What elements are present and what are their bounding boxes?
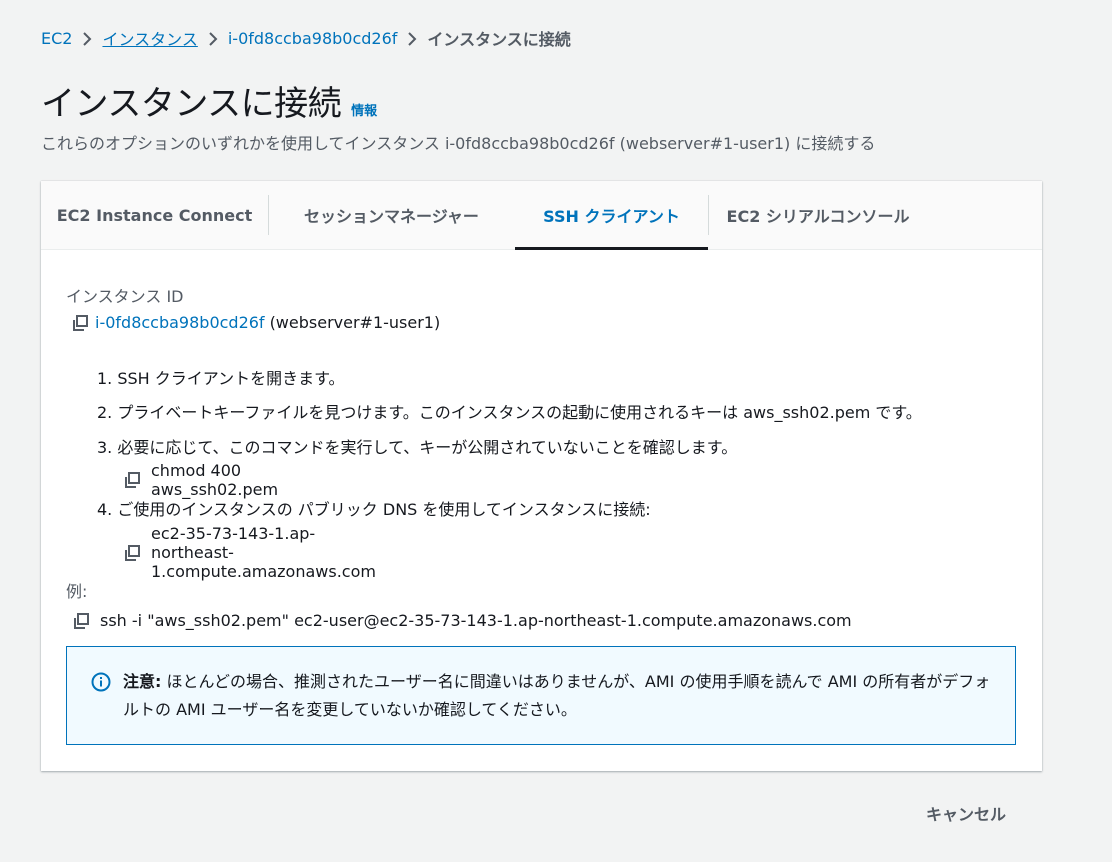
breadcrumb-instances-link[interactable]: インスタンス bbox=[102, 26, 197, 50]
public-dns-row: ec2-35-73-143-1.ap-northeast-1.compute.a… bbox=[123, 524, 376, 581]
copy-icon[interactable] bbox=[123, 544, 141, 562]
example-label: 例: bbox=[66, 582, 88, 601]
connect-panel: EC2 Instance Connect セッションマネージャー SSH クライ… bbox=[41, 181, 1042, 771]
tab-ec2-instance-connect[interactable]: EC2 Instance Connect bbox=[41, 181, 268, 249]
info-circle-icon bbox=[91, 672, 111, 696]
page-header: インスタンスに接続 情報 bbox=[41, 76, 377, 125]
chevron-right-icon bbox=[397, 29, 427, 48]
note-text: 注意: ほとんどの場合、推測されたユーザー名に間違いはありませんが、AMI の使… bbox=[123, 668, 993, 724]
instance-id-row: i-0fd8ccba98b0cd26f (webserver#1-user1) bbox=[71, 313, 440, 332]
page-subtitle: これらのオプションのいずれかを使用してインスタンス i-0fd8ccba98b0… bbox=[41, 134, 876, 153]
username-note-alert: 注意: ほとんどの場合、推測されたユーザー名に間違いはありませんが、AMI の使… bbox=[66, 646, 1016, 745]
breadcrumb-ec2-link[interactable]: EC2 bbox=[41, 29, 72, 48]
list-item: 3. 必要に応じて、このコマンドを実行して、キーが公開されていないことを確認しま… bbox=[97, 438, 738, 457]
chevron-right-icon bbox=[198, 29, 228, 48]
page-title: インスタンスに接続 bbox=[41, 84, 342, 124]
chmod-command: chmod 400 aws_ssh02.pem bbox=[151, 461, 279, 499]
example-command-row: ssh -i "aws_ssh02.pem" ec2-user@ec2-35-7… bbox=[72, 611, 852, 630]
chmod-command-row: chmod 400 aws_ssh02.pem bbox=[123, 461, 278, 499]
copy-icon[interactable] bbox=[71, 314, 89, 332]
cancel-button[interactable]: キャンセル bbox=[912, 799, 1020, 827]
breadcrumb-instance-id-link[interactable]: i-0fd8ccba98b0cd26f bbox=[228, 29, 398, 48]
tab-bar: EC2 Instance Connect セッションマネージャー SSH クライ… bbox=[41, 181, 1042, 250]
instance-id-link[interactable]: i-0fd8ccba98b0cd26f bbox=[95, 313, 265, 332]
chevron-right-icon bbox=[72, 29, 102, 48]
list-item: 1. SSH クライアントを開きます。 bbox=[97, 369, 345, 388]
info-link[interactable]: 情報 bbox=[351, 100, 377, 119]
public-dns: ec2-35-73-143-1.ap-northeast-1.compute.a… bbox=[151, 524, 376, 581]
example-command: ssh -i "aws_ssh02.pem" ec2-user@ec2-35-7… bbox=[100, 611, 852, 630]
copy-icon[interactable] bbox=[123, 471, 141, 489]
copy-icon[interactable] bbox=[72, 612, 90, 630]
instance-name: (webserver#1-user1) bbox=[269, 313, 441, 332]
instance-id-label: インスタンス ID bbox=[66, 287, 184, 306]
tab-session-manager[interactable]: セッションマネージャー bbox=[269, 181, 514, 249]
tab-ssh-client[interactable]: SSH クライアント bbox=[515, 181, 708, 250]
note-body: ほとんどの場合、推測されたユーザー名に間違いはありませんが、AMI の使用手順を… bbox=[123, 672, 991, 719]
tab-ec2-serial-console[interactable]: EC2 シリアルコンソール bbox=[709, 181, 927, 249]
breadcrumb: EC2 インスタンス i-0fd8ccba98b0cd26f インスタンスに接続 bbox=[41, 26, 571, 50]
breadcrumb-current: インスタンスに接続 bbox=[427, 30, 571, 49]
list-item: 2. プライベートキーファイルを見つけます。このインスタンスの起動に使用されるキ… bbox=[97, 403, 922, 422]
list-item: 4. ご使用のインスタンスの パブリック DNS を使用してインスタンスに接続: bbox=[97, 500, 651, 519]
note-strong: 注意: bbox=[123, 672, 162, 691]
